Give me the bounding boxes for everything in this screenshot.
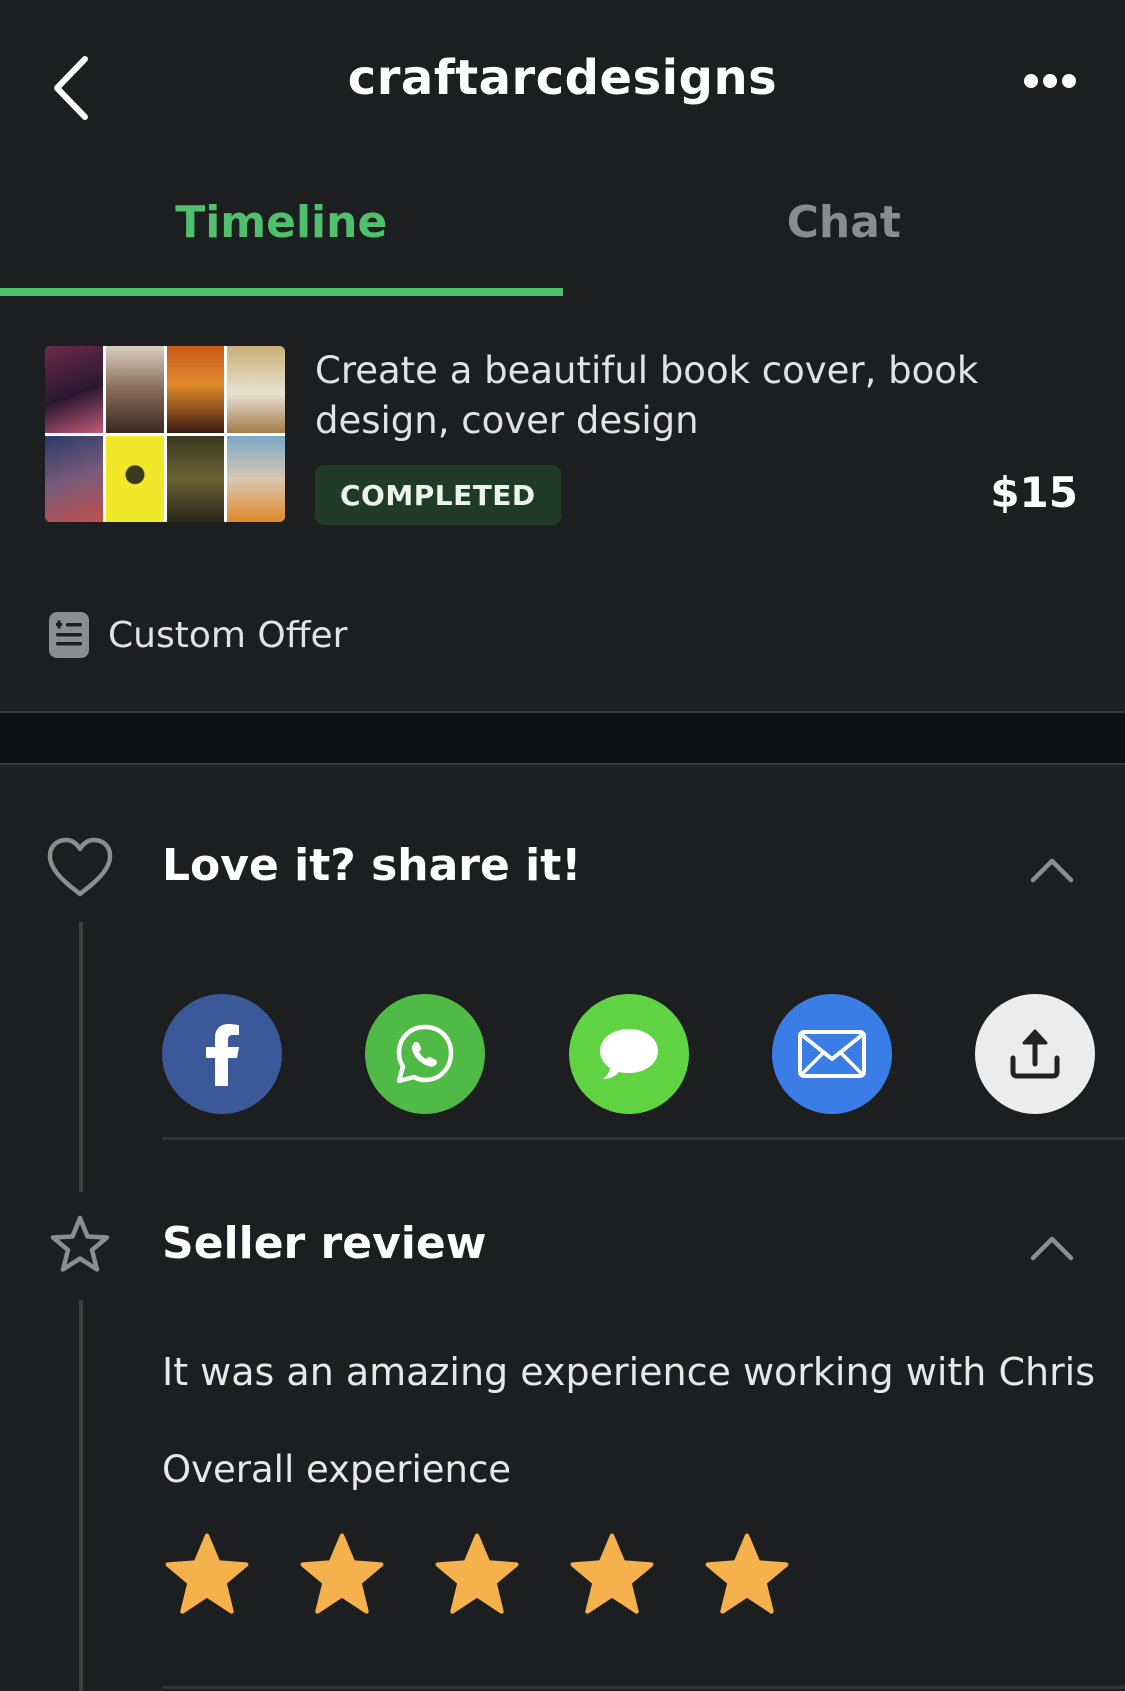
rating-star-icon [570, 1533, 654, 1614]
review-section-title: Seller review [162, 1218, 487, 1269]
chevron-left-icon [54, 56, 88, 120]
whatsapp-icon [396, 1024, 454, 1084]
overall-experience-label: Overall experience [162, 1448, 512, 1491]
share-divider [162, 1137, 1125, 1140]
section-divider [0, 711, 1125, 765]
book-cover-image [227, 435, 285, 522]
back-button[interactable] [40, 48, 100, 128]
share-upload-icon [1010, 1029, 1060, 1079]
share-more-button[interactable] [975, 994, 1095, 1114]
rating-star-icon [300, 1533, 384, 1614]
top-bar: craftarcdesigns [0, 0, 1125, 165]
list-document-icon [49, 612, 89, 658]
book-cover-image [105, 435, 164, 522]
tab-chat[interactable]: Chat [563, 170, 1125, 296]
book-cover-image [45, 346, 103, 433]
tab-bar: Timeline Chat [0, 170, 1125, 296]
order-title: Create a beautiful book cover, book desi… [315, 349, 979, 442]
page-title: craftarcdesigns [347, 50, 778, 106]
book-cover-image [45, 435, 103, 522]
timeline-connector [79, 1300, 83, 1691]
rating-star-icon [705, 1533, 789, 1614]
active-tab-indicator [0, 288, 563, 296]
chevron-up-icon [1030, 858, 1074, 883]
tab-timeline-label: Timeline [175, 196, 388, 248]
rating-star-icon [435, 1533, 519, 1614]
share-messages-button[interactable] [569, 994, 689, 1114]
more-options-button[interactable] [1015, 56, 1085, 106]
order-card[interactable]: Create a beautiful book cover, book desi… [0, 296, 1125, 714]
book-cover-image [166, 346, 225, 433]
star-outline-icon [45, 1210, 115, 1280]
custom-offer-label: Custom Offer [108, 614, 348, 656]
share-section-title: Love it? share it! [162, 840, 582, 891]
more-horizontal-icon [1024, 74, 1076, 88]
tab-chat-label: Chat [786, 196, 901, 248]
chevron-up-icon [1030, 1236, 1074, 1261]
chat-bubble-icon [600, 1029, 658, 1079]
share-whatsapp-button[interactable] [365, 994, 485, 1114]
status-badge: COMPLETED [315, 465, 561, 525]
book-cover-image [105, 346, 164, 433]
review-divider [162, 1686, 1125, 1689]
share-facebook-button[interactable] [162, 994, 282, 1114]
book-cover-image [227, 346, 285, 433]
facebook-icon [206, 1024, 239, 1086]
share-collapse-button[interactable] [1024, 850, 1080, 890]
overall-rating [162, 1530, 792, 1620]
gig-thumbnail [45, 346, 285, 522]
mail-icon [798, 1030, 866, 1078]
review-text: It was an amazing experience working wit… [162, 1350, 1096, 1394]
share-email-button[interactable] [772, 994, 892, 1114]
heart-outline-icon [45, 832, 115, 902]
timeline-connector [79, 922, 83, 1192]
custom-offer-row[interactable]: Custom Offer [48, 610, 347, 660]
tab-timeline[interactable]: Timeline [0, 170, 563, 296]
order-price: $15 [990, 468, 1078, 517]
rating-star-icon [165, 1533, 249, 1614]
book-cover-image [166, 435, 225, 522]
review-collapse-button[interactable] [1024, 1228, 1080, 1268]
